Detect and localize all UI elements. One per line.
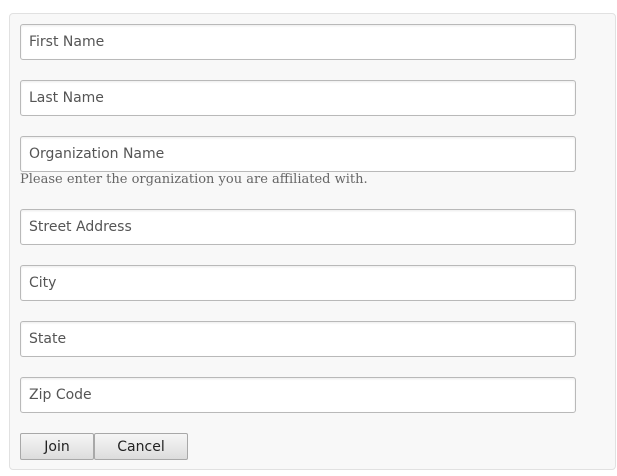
- street-address-field[interactable]: [20, 209, 576, 245]
- zip-code-field[interactable]: [20, 377, 576, 413]
- last-name-field[interactable]: [20, 80, 576, 116]
- cancel-button[interactable]: Cancel: [94, 433, 188, 460]
- organization-name-field[interactable]: [20, 136, 576, 172]
- join-button[interactable]: Join: [20, 433, 94, 460]
- first-name-field[interactable]: [20, 24, 576, 60]
- city-field[interactable]: [20, 265, 576, 301]
- state-field[interactable]: [20, 321, 576, 357]
- organization-help-text: Please enter the organization you are af…: [20, 172, 368, 187]
